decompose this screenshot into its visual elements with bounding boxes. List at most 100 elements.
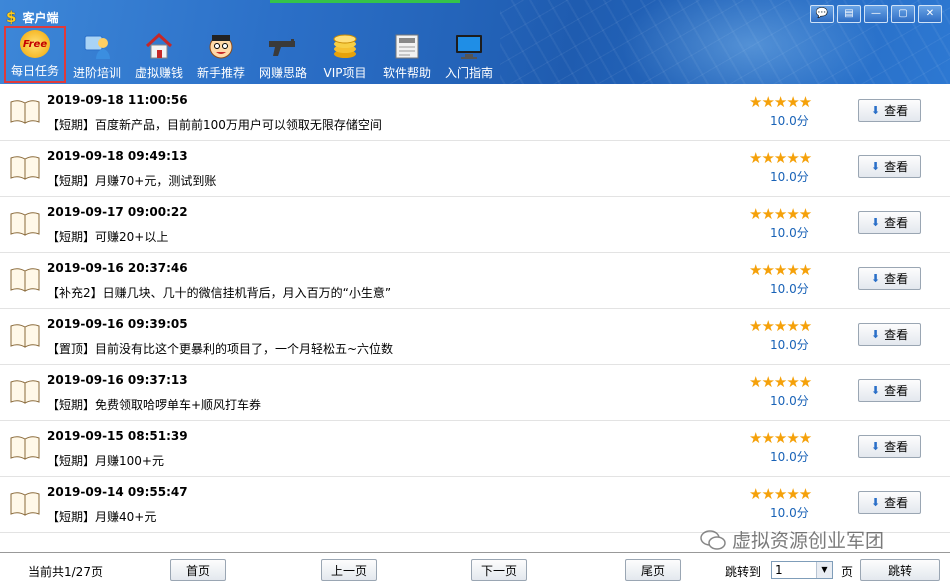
view-button[interactable]: ⬇ 查看 <box>858 99 921 122</box>
book-icon <box>10 156 40 180</box>
tool-label: 入门指南 <box>444 66 493 80</box>
rating-stars: ★★★★★ <box>749 429 812 447</box>
rating-stars: ★★★★★ <box>749 317 812 335</box>
rating-score: 10.0分 <box>770 338 809 352</box>
rating-score: 10.0分 <box>770 170 809 184</box>
book-icon <box>10 380 40 404</box>
chat-icon[interactable]: 💬 <box>810 5 834 23</box>
news-icon <box>391 31 423 61</box>
view-button[interactable]: ⬇ 查看 <box>858 379 921 402</box>
free-badge-icon: Free <box>19 29 51 59</box>
jump-button[interactable]: 跳转 <box>860 559 940 581</box>
down-arrow-icon: ⬇ <box>870 440 881 453</box>
task-list: 2019-09-18 11:00:56 【短期】百度新产品，目前前100万用户可… <box>0 84 950 552</box>
task-date: 2019-09-16 09:37:13 <box>47 373 188 387</box>
view-button-label: 查看 <box>884 496 909 510</box>
task-row[interactable]: 2019-09-16 20:37:46 【补充2】日赚几块、几十的微信挂机背后，… <box>0 252 950 309</box>
down-arrow-icon: ⬇ <box>870 160 881 173</box>
book-icon <box>10 436 40 460</box>
task-date: 2019-09-18 09:49:13 <box>47 149 188 163</box>
rating-score: 10.0分 <box>770 226 809 240</box>
task-row[interactable]: 2019-09-14 09:55:47 【短期】月赚40+元 ★★★★★ 10.… <box>0 476 950 533</box>
rating-score: 10.0分 <box>770 450 809 464</box>
rating-score: 10.0分 <box>770 114 809 128</box>
task-row[interactable]: 2019-09-18 09:49:13 【短期】月赚70+元，测试到账 ★★★★… <box>0 140 950 197</box>
tool-getting-started[interactable]: 入门指南 <box>438 26 500 83</box>
down-arrow-icon: ⬇ <box>870 272 881 285</box>
rating-stars: ★★★★★ <box>749 485 812 503</box>
tool-label: 新手推荐 <box>196 66 245 80</box>
view-button-label: 查看 <box>884 104 909 118</box>
view-button-label: 查看 <box>884 160 909 174</box>
book-icon <box>10 268 40 292</box>
prev-page-button[interactable]: 上一页 <box>321 559 377 581</box>
next-page-button[interactable]: 下一页 <box>471 559 527 581</box>
coins-icon <box>329 31 361 61</box>
tool-software-help[interactable]: 软件帮助 <box>376 26 438 83</box>
tool-label: 虚拟赚钱 <box>134 66 183 80</box>
view-button-label: 查看 <box>884 216 909 230</box>
maximize-icon[interactable]: ▢ <box>891 5 915 23</box>
task-description: 【短期】月赚70+元，测试到账 <box>47 174 217 188</box>
task-description: 【短期】百度新产品，目前前100万用户可以领取无限存储空间 <box>47 118 382 132</box>
task-row[interactable]: 2019-09-16 09:37:13 【短期】免费领取哈啰单车+顺风打车券 ★… <box>0 364 950 421</box>
tool-virtual-earning[interactable]: 虚拟赚钱 <box>128 26 190 83</box>
view-button[interactable]: ⬇ 查看 <box>858 155 921 178</box>
rating-stars: ★★★★★ <box>749 261 812 279</box>
tool-label: 每日任务 <box>10 64 59 78</box>
task-description: 【短期】月赚40+元 <box>47 510 157 524</box>
book-icon <box>10 324 40 348</box>
first-page-button[interactable]: 首页 <box>170 559 226 581</box>
task-row[interactable]: 2019-09-17 09:00:22 【短期】可赚20+以上 ★★★★★ 10… <box>0 196 950 253</box>
tool-advanced-training[interactable]: 进阶培训 <box>66 26 128 83</box>
page-info: 当前共1/27页 <box>28 565 103 579</box>
down-arrow-icon: ⬇ <box>870 216 881 229</box>
chevron-down-icon: ▼ <box>816 562 832 578</box>
page-select-value: 1 <box>775 563 783 577</box>
window-title: 客户端 <box>22 10 59 25</box>
progress-strip <box>270 0 460 3</box>
view-button-label: 查看 <box>884 272 909 286</box>
down-arrow-icon: ⬇ <box>870 104 881 117</box>
minimize-icon[interactable]: — <box>864 5 888 23</box>
task-row[interactable]: 2019-09-18 11:00:56 【短期】百度新产品，目前前100万用户可… <box>0 84 950 141</box>
page-unit-label: 页 <box>841 565 854 579</box>
down-arrow-icon: ⬇ <box>870 384 881 397</box>
view-button[interactable]: ⬇ 查看 <box>858 267 921 290</box>
face-icon <box>205 31 237 61</box>
view-button-label: 查看 <box>884 328 909 342</box>
rating-score: 10.0分 <box>770 506 809 520</box>
tool-earning-ideas[interactable]: 网赚思路 <box>252 26 314 83</box>
jump-label: 跳转到 <box>725 565 762 579</box>
task-row[interactable]: 2019-09-15 08:51:39 【短期】月赚100+元 ★★★★★ 10… <box>0 420 950 477</box>
tool-vip-projects[interactable]: VIP项目 <box>314 26 376 83</box>
task-description: 【置顶】目前没有比这个更暴利的项目了，一个月轻松五~六位数 <box>47 342 394 356</box>
view-button[interactable]: ⬇ 查看 <box>858 323 921 346</box>
view-button[interactable]: ⬇ 查看 <box>858 491 921 514</box>
tool-label: 网赚思路 <box>258 66 307 80</box>
menu-icon[interactable]: ▤ <box>837 5 861 23</box>
last-page-button[interactable]: 尾页 <box>625 559 681 581</box>
gun-icon <box>267 31 299 61</box>
view-button[interactable]: ⬇ 查看 <box>858 211 921 234</box>
view-button-label: 查看 <box>884 440 909 454</box>
tool-newbie-recommend[interactable]: 新手推荐 <box>190 26 252 83</box>
title-bar: $ 客户端 <box>6 8 58 26</box>
task-date: 2019-09-16 20:37:46 <box>47 261 188 275</box>
task-description: 【短期】免费领取哈啰单车+顺风打车券 <box>47 398 262 412</box>
tool-daily-tasks[interactable]: Free 每日任务 <box>4 26 66 83</box>
close-icon[interactable]: ✕ <box>918 5 942 23</box>
task-date: 2019-09-18 11:00:56 <box>47 93 188 107</box>
house-icon <box>143 31 175 61</box>
page-select[interactable]: 1 ▼ <box>771 561 833 579</box>
training-icon <box>81 31 113 61</box>
task-date: 2019-09-16 09:39:05 <box>47 317 188 331</box>
watermark-text: 虚拟资源创业军团 <box>732 530 885 552</box>
task-date: 2019-09-17 09:00:22 <box>47 205 188 219</box>
view-button[interactable]: ⬇ 查看 <box>858 435 921 458</box>
tool-label: VIP项目 <box>323 66 367 80</box>
view-button-label: 查看 <box>884 384 909 398</box>
down-arrow-icon: ⬇ <box>870 328 881 341</box>
window-controls: 💬 ▤ — ▢ ✕ <box>810 5 942 23</box>
task-row[interactable]: 2019-09-16 09:39:05 【置顶】目前没有比这个更暴利的项目了，一… <box>0 308 950 365</box>
